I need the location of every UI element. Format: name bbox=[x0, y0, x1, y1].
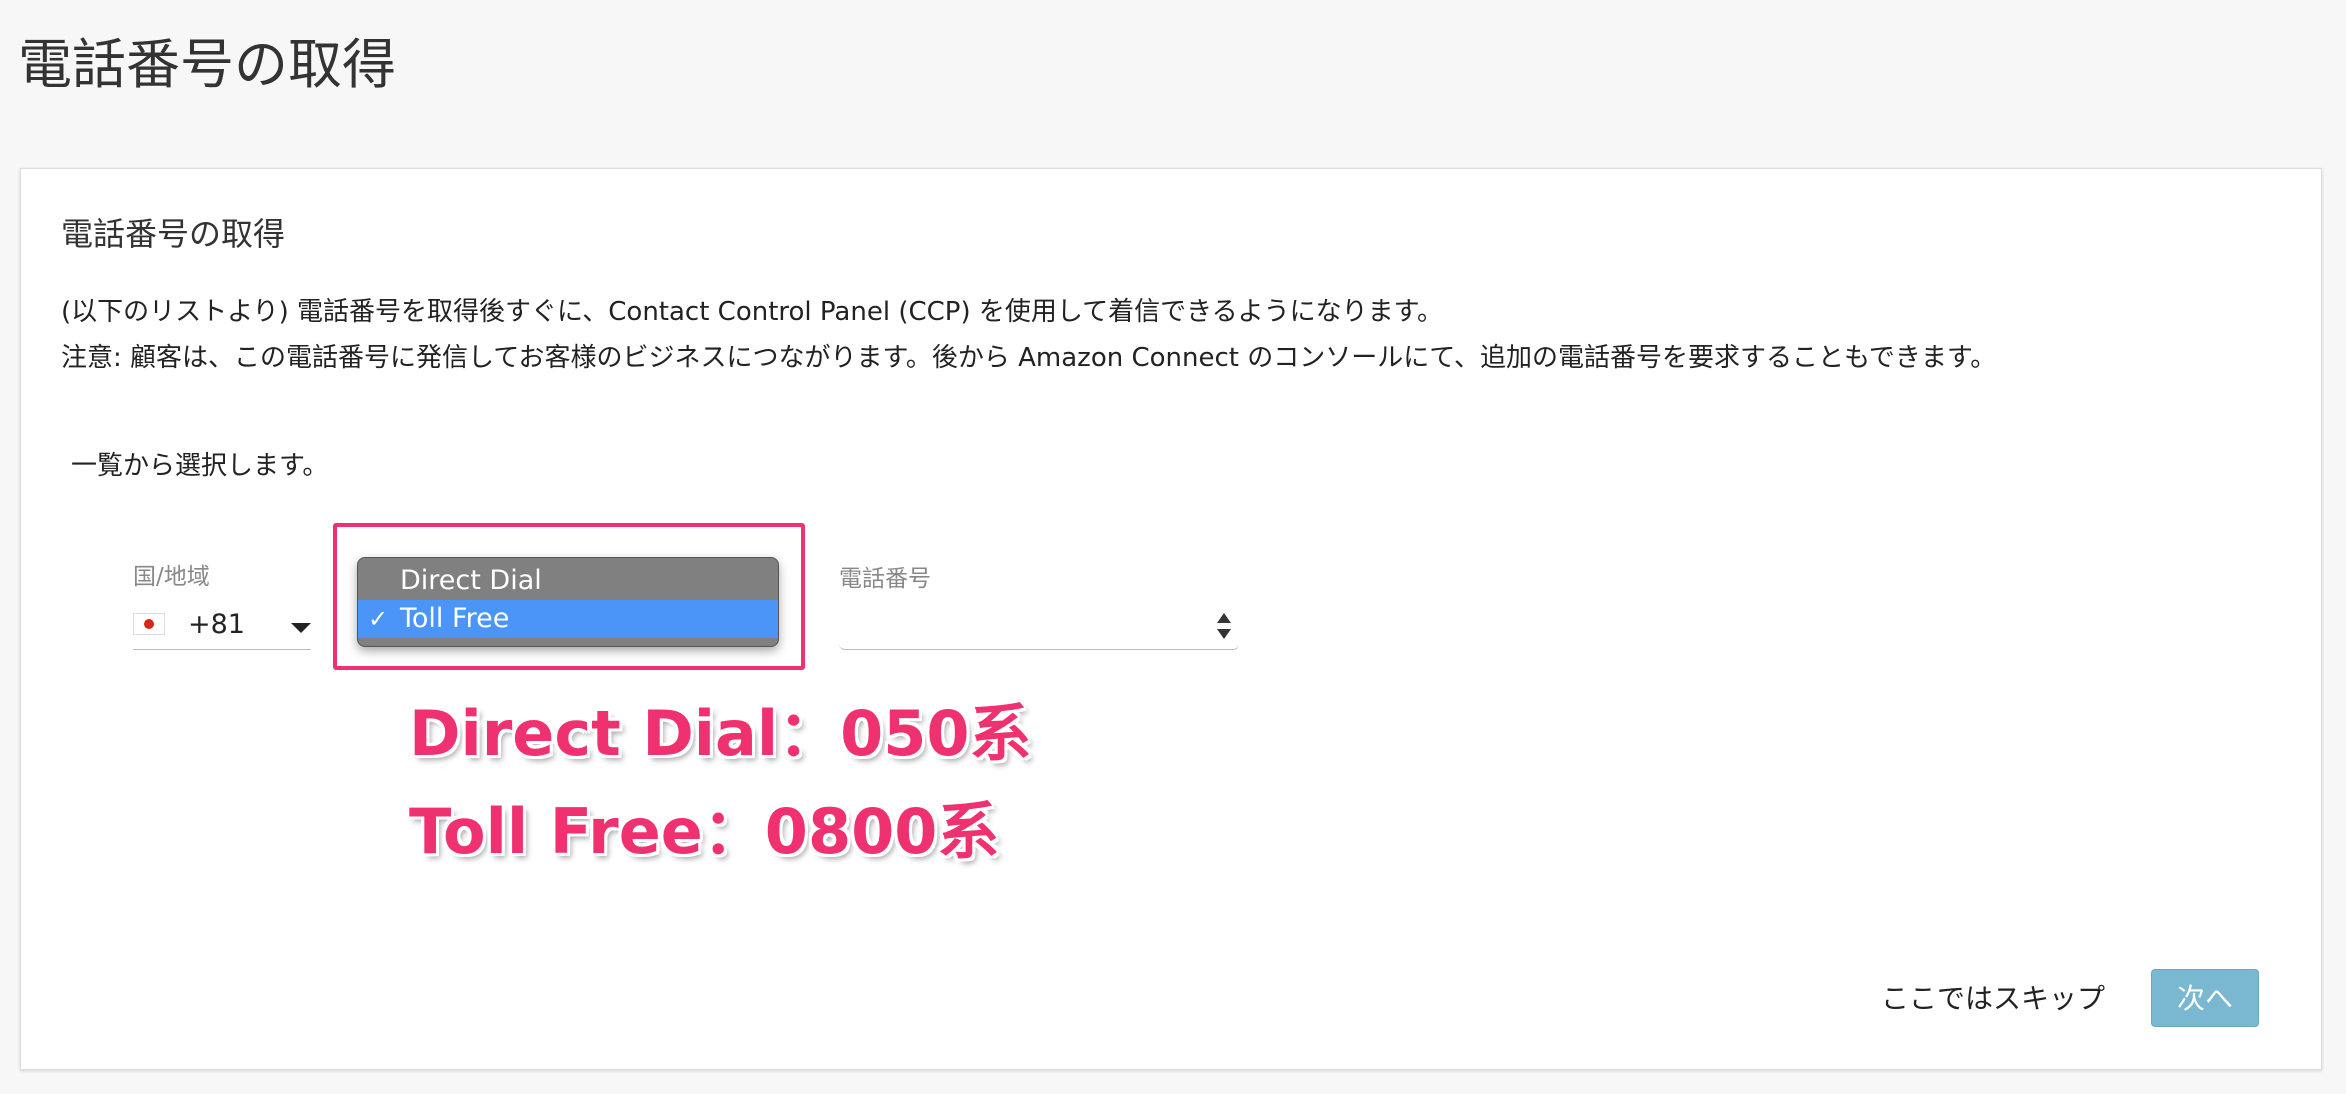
skip-link[interactable]: ここではスキップ bbox=[1881, 977, 2105, 1017]
description-line-2: 注意: 顧客は、この電話番号に発信してお客様のビジネスにつながります。後から A… bbox=[61, 343, 1997, 373]
phone-number-panel: 電話番号の取得 (以下のリストより) 電話番号を取得後すぐに、Contact C… bbox=[20, 168, 2322, 1070]
phone-number-select[interactable] bbox=[839, 601, 1239, 650]
option-label: Direct Dial bbox=[400, 565, 542, 596]
page-title: 電話番号の取得 bbox=[18, 33, 396, 96]
country-label: 国/地域 bbox=[133, 564, 210, 590]
select-from-list-label: 一覧から選択します。 bbox=[71, 451, 329, 481]
next-button[interactable]: 次へ bbox=[2151, 969, 2259, 1027]
checkmark-icon: ✓ bbox=[368, 605, 389, 633]
country-code: +81 bbox=[188, 609, 245, 640]
option-direct-dial[interactable]: Direct Dial bbox=[358, 562, 778, 600]
number-type-dropdown[interactable]: Direct Dial ✓ Toll Free bbox=[357, 557, 779, 647]
option-label: Toll Free bbox=[400, 603, 510, 634]
japan-flag-icon bbox=[133, 613, 165, 635]
phone-number-label: 電話番号 bbox=[839, 566, 931, 592]
annotation-toll-free: Toll Free：0800系 bbox=[409, 795, 1000, 868]
chevron-down-icon[interactable] bbox=[291, 623, 311, 633]
panel-title: 電話番号の取得 bbox=[61, 215, 286, 253]
description-line-1: (以下のリストより) 電話番号を取得後すぐに、Contact Control P… bbox=[61, 297, 1443, 327]
select-arrows-icon bbox=[1217, 613, 1231, 643]
country-select[interactable]: +81 bbox=[133, 605, 311, 650]
annotation-direct-dial: Direct Dial：050系 bbox=[409, 697, 1032, 770]
option-toll-free[interactable]: ✓ Toll Free bbox=[358, 600, 778, 638]
